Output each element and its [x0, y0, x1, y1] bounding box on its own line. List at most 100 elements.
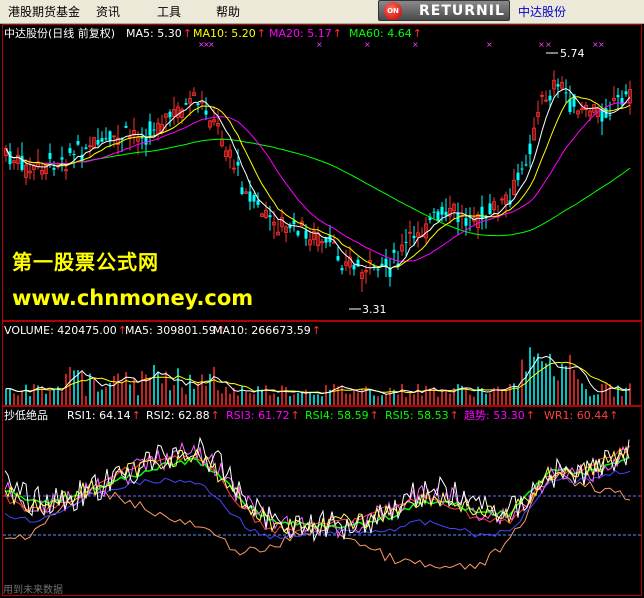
up-arrow-icon: ↑ — [256, 27, 266, 40]
signal-mark: × — [598, 40, 605, 49]
volume-ma5-line — [5, 355, 631, 395]
signal-mark: × — [486, 40, 493, 49]
candle-body — [72, 154, 76, 156]
watermark-title: 第一股票公式网 — [12, 250, 159, 274]
up-arrow-icon: ↑ — [182, 27, 192, 40]
candle-body — [268, 215, 272, 218]
up-arrow-icon: ↑ — [525, 409, 535, 422]
high-price-marker: 5.74 — [546, 47, 585, 60]
signal-mark: × — [316, 40, 323, 49]
candle-body — [140, 137, 144, 139]
stock-name-link[interactable]: 中达股份 — [518, 4, 566, 20]
returnil-button[interactable]: ON RETURNIL — [378, 0, 510, 21]
returnil-label: RETURNIL — [419, 3, 505, 19]
rsi-indicator-3: RSI4: 58.59↑ — [305, 409, 379, 422]
candle-body — [256, 200, 260, 205]
volume-indicator-0: VOLUME: 420475.00↑ — [4, 324, 127, 337]
high-price-label: 5.74 — [560, 47, 585, 60]
watermark-url: www.chnmoney.com — [12, 286, 254, 310]
candle-body — [324, 237, 328, 243]
candle-body — [108, 131, 112, 142]
up-arrow-icon: ↑ — [131, 409, 141, 422]
candle-body — [624, 91, 628, 95]
chart-area[interactable]: ××× × × × × × × × × 5.74 3.31 — [0, 24, 644, 598]
menu-hk-futures-funds[interactable]: 港股期货基金 — [8, 4, 80, 20]
volume-indicator-2: MA10: 266673.59↑ — [213, 324, 321, 337]
candle-body — [148, 121, 152, 136]
candle-body — [152, 129, 156, 131]
candle-body — [516, 172, 520, 181]
candle-body — [444, 211, 448, 216]
candle-body — [20, 155, 24, 171]
menu-help[interactable]: 帮助 — [216, 4, 240, 20]
menu-tools[interactable]: 工具 — [157, 4, 181, 20]
signal-mark: × — [364, 40, 371, 49]
menu-news[interactable]: 资讯 — [96, 4, 120, 20]
candle-body — [84, 147, 88, 150]
candle-body — [352, 264, 356, 270]
candle-body — [412, 235, 416, 239]
candle-body — [104, 138, 108, 140]
low-price-marker: 3.31 — [349, 303, 387, 316]
candle-body — [204, 110, 208, 115]
candle-body — [548, 95, 552, 101]
rsi-indicator-5: 趋势: 53.30↑ — [464, 409, 535, 422]
rsi-panel-frame — [2, 406, 642, 596]
candle-body — [240, 187, 244, 195]
candle-body — [336, 256, 340, 261]
candle-body — [248, 191, 252, 202]
candle-body — [184, 103, 188, 105]
candle-body — [524, 164, 528, 166]
candle-body — [556, 84, 560, 87]
rsi-indicator-1: RSI2: 62.88↑ — [146, 409, 220, 422]
candle-body — [52, 167, 56, 170]
candle-body — [100, 138, 104, 142]
candle-body — [144, 137, 148, 145]
candle-body — [236, 161, 240, 166]
candle-body — [76, 141, 80, 145]
rsi-indicator-2: RSI3: 61.72↑ — [226, 409, 300, 422]
candle-body — [464, 218, 468, 226]
main-indicator-3: MA60: 4.64↑ — [349, 27, 422, 40]
volume-indicator-1: MA5: 309801.59↑ — [125, 324, 226, 337]
candle-body — [380, 263, 384, 266]
ma60-line — [5, 138, 631, 237]
rsi-indicator-6: WR1: 60.44↑ — [544, 409, 619, 422]
candle-body — [440, 206, 444, 215]
panel-frames — [2, 24, 642, 596]
up-arrow-icon: ↑ — [369, 409, 379, 422]
signal-mark: × — [538, 40, 545, 49]
main-indicator-0: MA5: 5.30↑ — [126, 27, 192, 40]
menu-bar: 港股期货基金 资讯 工具 帮助 ON RETURNIL 中达股份 — [0, 0, 644, 24]
volume-ma-lines — [5, 355, 631, 395]
candle-body — [168, 111, 172, 118]
up-arrow-icon: ↑ — [332, 27, 342, 40]
up-arrow-icon: ↑ — [311, 324, 321, 337]
candle-body — [392, 249, 396, 253]
main-indicator-2: MA20: 5.17↑ — [269, 27, 342, 40]
up-arrow-icon: ↑ — [290, 409, 300, 422]
signal-mark: × — [545, 40, 552, 49]
candle-body — [480, 206, 484, 219]
signal-markers: ××× × × × × × × × × — [198, 40, 605, 49]
candle-body — [432, 211, 436, 213]
candle-body — [340, 268, 344, 271]
rsi-panel-title: 抄低绝品 — [4, 409, 48, 422]
candle-body — [304, 230, 308, 239]
rsi-lines — [4, 436, 631, 570]
candle-body — [196, 103, 200, 106]
candle-body — [60, 157, 64, 160]
rsi-indicator-0: RSI1: 64.14↑ — [67, 409, 141, 422]
candle-body — [564, 92, 568, 94]
low-price-label: 3.31 — [362, 303, 387, 316]
candle-body — [488, 203, 492, 215]
candle-body — [608, 114, 612, 116]
main-panel-title: 中达股份(日线 前复权) — [4, 27, 116, 40]
main-panel-frame — [2, 24, 642, 321]
up-arrow-icon: ↑ — [412, 27, 422, 40]
candle-body — [600, 110, 604, 122]
rsi-indicator-4: RSI5: 58.53↑ — [385, 409, 459, 422]
future-data-note: 用到未来数据 — [3, 585, 63, 596]
volume-ma10-line — [5, 361, 631, 394]
candle-body — [616, 95, 620, 98]
